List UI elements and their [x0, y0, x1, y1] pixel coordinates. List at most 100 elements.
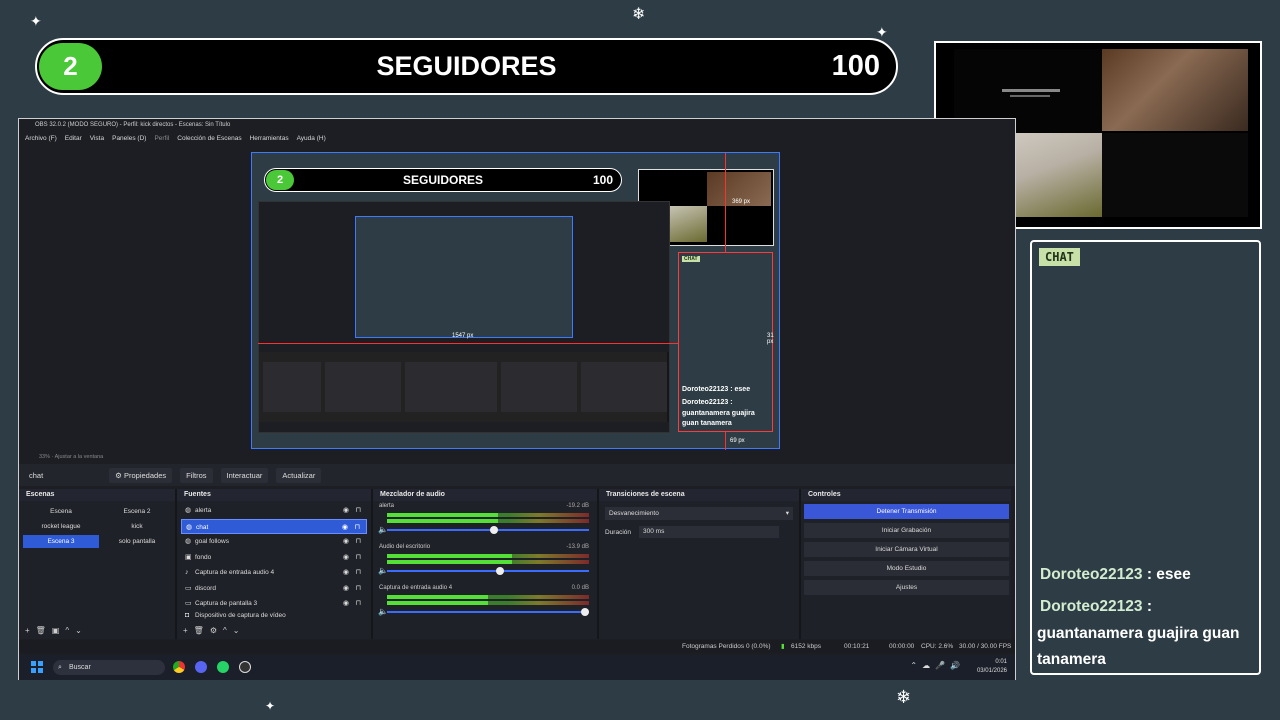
menu-edit[interactable]: Editar [65, 132, 82, 145]
source-item[interactable]: ▭ Captura de pantalla 3 ◉ ⊓ [181, 596, 367, 612]
scene-item[interactable]: Escena [23, 505, 99, 518]
stop-streaming-button[interactable]: Detener Transmisión [804, 504, 1009, 519]
clock-date: 03/01/2026 [976, 668, 1007, 674]
eye-icon[interactable]: ◉ [342, 520, 348, 536]
interact-button[interactable]: Interactuar [220, 467, 269, 483]
sources-dock-actions[interactable]: +🗑⚙^⌄ [183, 626, 245, 635]
stream-preview[interactable]: 2 SEGUIDORES 100 CHAT Doroteo22123: ese… [251, 152, 780, 450]
start-virtual-camera-button[interactable]: Iniciar Cámara Virtual [804, 542, 1009, 557]
scene-item[interactable]: kick [99, 520, 175, 533]
sparkle-icon: ✦ [30, 13, 42, 29]
volume-slider[interactable] [387, 608, 589, 616]
follower-goal-target: 100 [831, 50, 880, 82]
scene-item[interactable]: solo pantalla [99, 535, 175, 548]
source-item[interactable]: ◍ goal follows ◉ ⊓ [181, 534, 367, 550]
system-tray[interactable]: ⌃☁🎤🔊 [910, 661, 965, 670]
start-recording-button[interactable]: Iniciar Grabación [804, 523, 1009, 538]
dock-area: Escenas Escena Escena 2 rocket league ki… [19, 489, 1015, 639]
source-item[interactable]: ◍ alerta ◉ ⊓ [181, 503, 367, 519]
scene-item[interactable]: Escena 2 [99, 505, 175, 518]
transition-select[interactable]: Desvanecimiento ▾ [605, 507, 793, 520]
bitrate: 6152 kbps [791, 643, 821, 650]
scene-item[interactable]: rocket league [23, 520, 99, 533]
source-toolbar: chat ⚙ Propiedades Filtros Interactuar A… [19, 464, 1015, 486]
source-item[interactable]: ▣ fondo ◉ ⊓ [181, 550, 367, 566]
scene-item-active[interactable]: Escena 3 [23, 535, 99, 548]
signal-icon: ▮ [781, 643, 785, 650]
mixer-channel-db: 0.0 dB [571, 585, 589, 591]
preview-chat-selected[interactable]: CHAT Doroteo22123 : esee Doroteo22123 : … [678, 252, 773, 432]
properties-button[interactable]: ⚙ Propiedades [109, 467, 173, 483]
lock-icon[interactable]: ⊓ [355, 520, 360, 536]
lock-icon[interactable]: ⊓ [356, 565, 361, 581]
camera-feed-4 [1102, 133, 1248, 217]
preview-area[interactable]: 2 SEGUIDORES 100 CHAT Doroteo22123: ese… [19, 146, 1015, 450]
volume-slider[interactable] [387, 526, 589, 534]
volume-slider[interactable] [387, 567, 589, 575]
chat-tag: CHAT [1039, 248, 1080, 266]
transitions-dock: Transiciones de escena Desvanecimiento ▾… [599, 489, 801, 639]
chat-separator: : [1142, 566, 1157, 583]
window-capture-icon: ▭ [185, 584, 192, 592]
eye-icon[interactable]: ◉ [343, 503, 349, 519]
lock-icon[interactable]: ⊓ [356, 581, 361, 597]
preview-chat-line: Doroteo22123 : [682, 399, 733, 406]
mixer-channel-name: Audio del escritorio [379, 544, 431, 550]
scenes-dock-actions[interactable]: +🗑▣^⌄ [25, 626, 88, 635]
audio-mixer-title: Mezclador de audio [373, 489, 597, 501]
studio-mode-button[interactable]: Modo Estudio [804, 561, 1009, 576]
controls-title: Controles [801, 489, 1011, 501]
source-item[interactable]: ♪ Captura de entrada audio 4 ◉ ⊓ [181, 565, 367, 581]
settings-button[interactable]: Ajustes [804, 580, 1009, 595]
browser-source-icon: ◍ [185, 507, 192, 514]
dimension-label: 69 px [730, 438, 745, 444]
refresh-button[interactable]: Actualizar [276, 467, 322, 483]
lock-icon[interactable]: ⊓ [356, 596, 361, 612]
menu-file[interactable]: Archivo (F) [25, 132, 57, 145]
chat-text: esee [1156, 566, 1191, 583]
preview-follower-label: SEGUIDORES [402, 173, 483, 187]
dropped-frames: Fotogramas Perdidos 0 (0.0%) [682, 643, 771, 650]
canvas-info[interactable]: 33% · Ajustar a la ventana [19, 452, 1015, 462]
cpu-usage: CPU: 2.6% [921, 643, 954, 650]
menu-help[interactable]: Ayuda (H) [297, 132, 326, 145]
lock-icon[interactable]: ⊓ [356, 534, 361, 550]
taskbar-clock[interactable]: 0:01 03/01/2026 [977, 658, 1007, 676]
menu-scene-collection[interactable]: Colección de Escenas [177, 132, 241, 145]
menu-view[interactable]: Vista [90, 132, 104, 145]
windows-start-icon[interactable] [31, 661, 43, 673]
whatsapp-icon[interactable] [217, 661, 229, 673]
taskbar: ⌕ Buscar ⌃☁🎤🔊 0:01 03/01/2026 [19, 655, 1015, 680]
menu-bar: Archivo (F) Editar Vista Paneles (D) Per… [19, 132, 1015, 145]
scenes-dock: Escenas Escena Escena 2 rocket league ki… [19, 489, 177, 639]
image-source-icon: ▣ [185, 553, 192, 561]
search-placeholder: Buscar [69, 664, 91, 671]
chrome-icon[interactable] [173, 661, 185, 673]
source-label: Captura de entrada audio 4 [195, 569, 275, 576]
eye-icon[interactable]: ◉ [343, 550, 349, 566]
source-label: alerta [195, 507, 212, 514]
source-item[interactable]: ◘ Dispositivo de captura de vídeo [181, 612, 367, 620]
controls-dock: Controles Detener Transmisión Iniciar Gr… [801, 489, 1011, 639]
eye-icon[interactable]: ◉ [343, 581, 349, 597]
taskbar-search[interactable]: ⌕ Buscar [53, 660, 165, 675]
eye-icon[interactable]: ◉ [343, 565, 349, 581]
mixer-channel-name: Captura de entrada audio 4 [379, 585, 453, 591]
eye-icon[interactable]: ◉ [343, 596, 349, 612]
source-item-active[interactable]: ◍ chat ◉ ⊓ [181, 518, 367, 536]
menu-tools[interactable]: Herramientas [250, 132, 289, 145]
obs-icon[interactable] [239, 661, 251, 673]
discord-icon[interactable] [195, 661, 207, 673]
chevron-down-icon: ▾ [785, 510, 789, 517]
lock-icon[interactable]: ⊓ [356, 550, 361, 566]
source-item[interactable]: ▭ discord ◉ ⊓ [181, 581, 367, 597]
volume-meter [387, 554, 589, 558]
menu-docks[interactable]: Paneles (D) [112, 132, 146, 145]
preview-chat-line: Doroteo22123 : esee [682, 386, 751, 393]
filters-button[interactable]: Filtros [180, 467, 213, 483]
duration-input[interactable]: 300 ms [639, 526, 780, 538]
eye-icon[interactable]: ◉ [343, 534, 349, 550]
volume-meter [387, 513, 589, 517]
lock-icon[interactable]: ⊓ [356, 503, 361, 519]
menu-profile[interactable]: Perfil [154, 132, 169, 145]
